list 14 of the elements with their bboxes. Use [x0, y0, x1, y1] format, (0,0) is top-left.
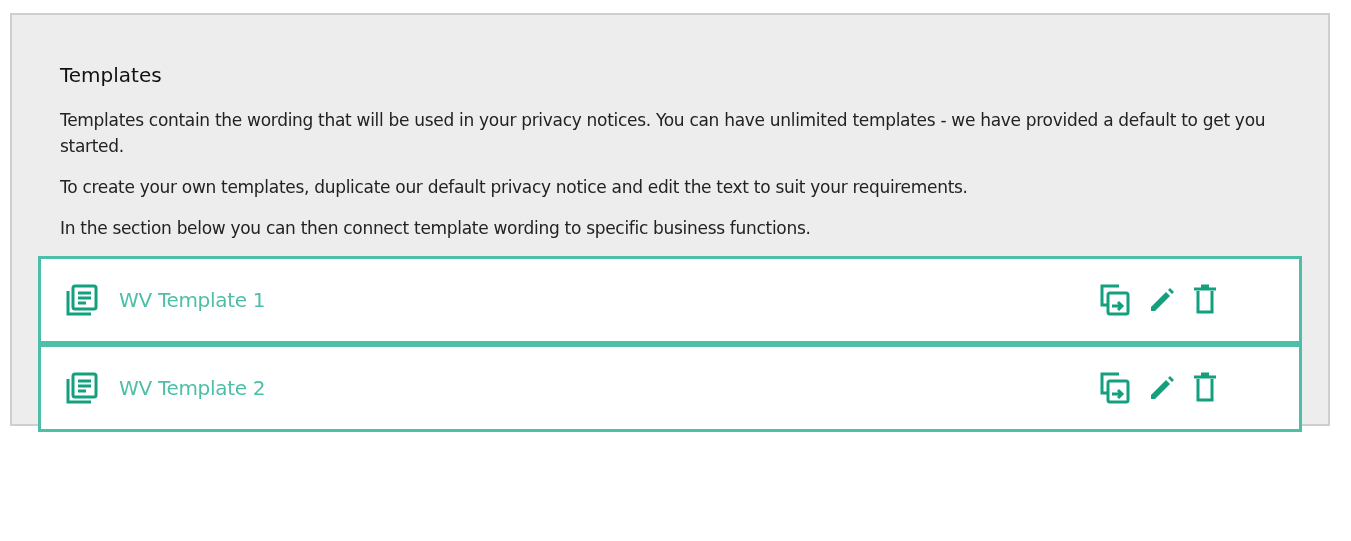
template-link[interactable]: WV Template 1 [119, 288, 1099, 312]
panel-title: Templates [60, 63, 163, 87]
document-icon [65, 371, 99, 405]
template-link[interactable]: WV Template 2 [119, 376, 1099, 400]
document-icon [65, 283, 99, 317]
trash-icon[interactable] [1193, 372, 1217, 404]
template-row[interactable]: WV Template 1 [38, 256, 1302, 344]
duplicate-icon[interactable] [1099, 283, 1131, 317]
trash-icon[interactable] [1193, 284, 1217, 316]
duplicate-icon[interactable] [1099, 371, 1131, 405]
template-row[interactable]: WV Template 2 [38, 344, 1302, 432]
description-text: Templates contain the wording that will be used in your privacy notices. You can have unlimited templates - we have provided a default to get you started. [60, 109, 1267, 158]
description-text: To create your own templates, duplicate our default privacy notice and edit the text to suit your requirements. [60, 176, 969, 199]
description-text: In the section below you can then connect template wording to specific business functions. [60, 217, 812, 240]
